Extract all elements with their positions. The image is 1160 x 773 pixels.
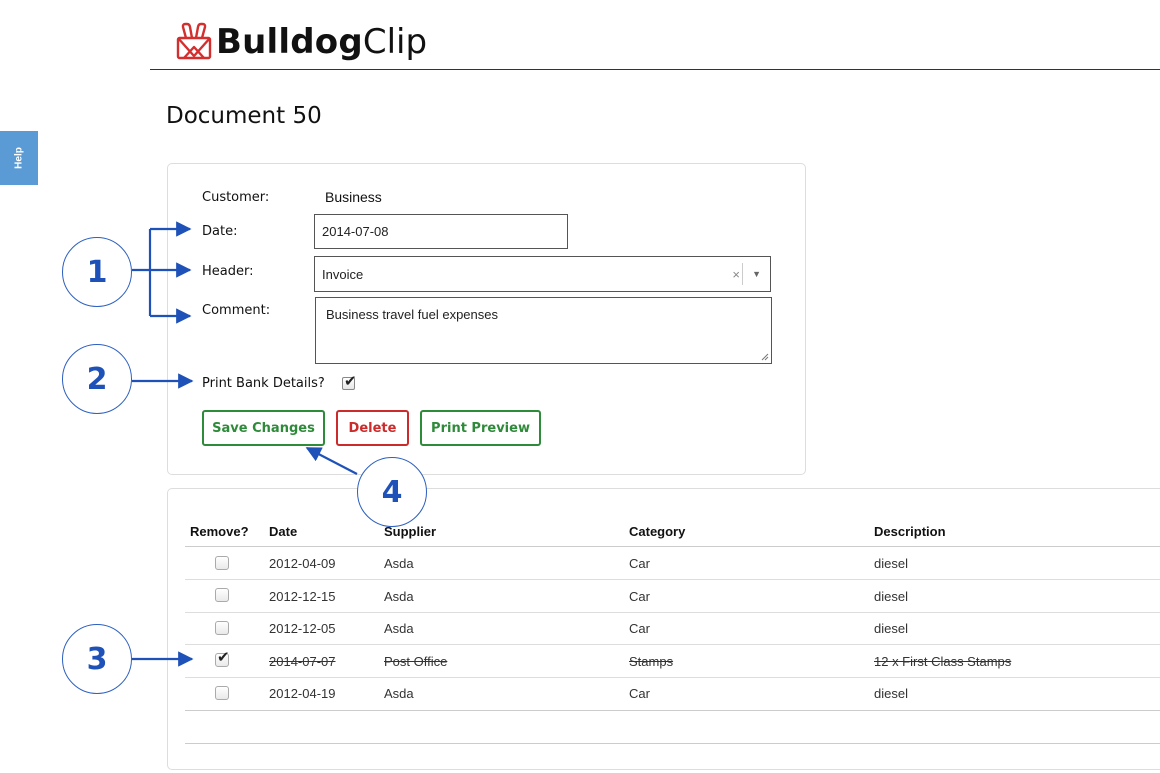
annotation-circle-1: 1 bbox=[62, 237, 132, 307]
annotation-circle-2: 2 bbox=[62, 344, 132, 414]
annotation-circle-4: 4 bbox=[357, 457, 427, 527]
annotation-circle-3: 3 bbox=[62, 624, 132, 694]
annotation-4-arrow bbox=[305, 447, 358, 475]
annotation-arrows bbox=[132, 221, 358, 667]
